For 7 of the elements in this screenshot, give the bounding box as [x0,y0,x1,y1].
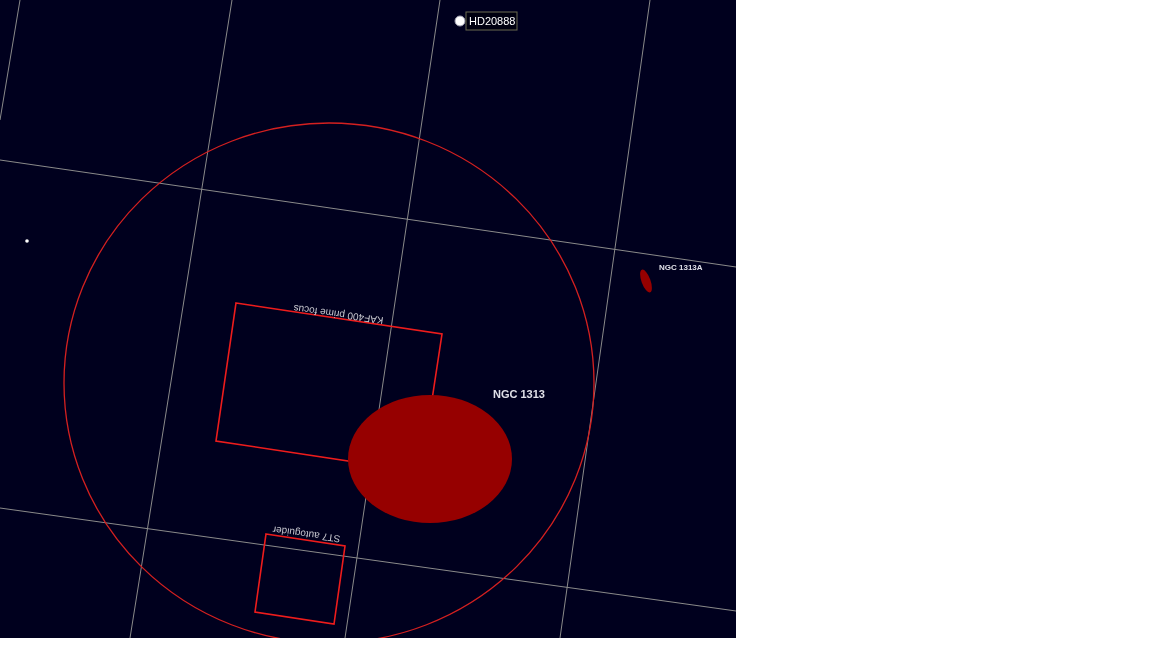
star-dot[interactable] [454,15,466,27]
galaxy-label: NGC 1313A [659,263,703,272]
star-label: HD20888 [465,11,518,31]
star-dot[interactable] [25,239,29,243]
field-of-view-label: KAF400 prime focus [292,302,385,327]
field-of-view-label: ST7 autoguider [271,524,342,545]
galaxy-label: NGC 1313 [493,388,545,400]
